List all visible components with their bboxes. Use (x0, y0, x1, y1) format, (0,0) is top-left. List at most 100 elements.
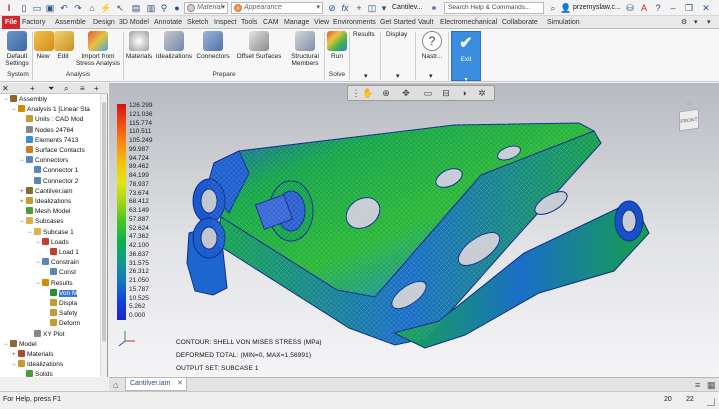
tab-inspect[interactable]: Inspect (211, 16, 240, 29)
run-button[interactable]: Run (326, 31, 348, 60)
chevron-down-icon[interactable]: ▾ (396, 72, 400, 80)
redo-icon[interactable]: ↷ (72, 2, 84, 14)
file-menu-icon[interactable]: ▤ (130, 2, 142, 14)
cart-icon[interactable]: ⛁ (624, 2, 636, 14)
search-input[interactable]: Search Help & Commands... (444, 2, 544, 14)
tree-item-const[interactable]: Const (44, 268, 76, 277)
browser-scrollbar[interactable] (100, 94, 107, 377)
new-analysis-button[interactable]: New (34, 31, 54, 60)
cantilever-model-render[interactable] (109, 83, 719, 377)
tree-item-idealizations[interactable]: + Idealizations (20, 197, 71, 207)
nav-options-icon[interactable]: ✲ (476, 88, 488, 99)
tab-sketch[interactable]: Sketch (184, 16, 211, 29)
tab-annotate[interactable]: Annotate (151, 16, 185, 29)
tree-item-displa[interactable]: Displa (44, 299, 77, 308)
scrollbar-thumb[interactable] (102, 102, 106, 342)
tree-item-nodes-24764[interactable]: Nodes 24764 (20, 125, 74, 135)
tree-item-load-1[interactable]: Load 1 (44, 248, 79, 257)
chevron-down-icon[interactable]: ▾ (429, 72, 433, 80)
tree-item-connector-2[interactable]: Connector 2 (28, 176, 78, 186)
navigation-bar[interactable]: ⋮ ✋ ⊕ ✥ ▭ ⊟ ◑ ✲ (347, 85, 495, 101)
material-dropdown[interactable]: Material ▾ (184, 2, 228, 14)
snapshot-icon[interactable]: ◫ (366, 2, 378, 14)
tree-item-materials[interactable]: + Materials (12, 350, 53, 360)
tab-factory[interactable]: Factory (19, 16, 48, 29)
fx-parameters-icon[interactable]: fx (339, 2, 351, 14)
pan-icon[interactable]: ✋ (362, 88, 374, 99)
tree-item-deform[interactable]: Deform (44, 319, 80, 328)
tree-item-connectors[interactable]: − Connectors (20, 156, 68, 166)
tree-item-subcase-1[interactable]: − Subcase 1 (28, 227, 74, 238)
restore-icon[interactable]: ❐ (683, 2, 695, 14)
app-logo-icon[interactable]: I (3, 2, 15, 14)
select-icon[interactable]: ↖ (114, 2, 126, 14)
tab-arrange-icon[interactable]: ▦ (707, 379, 716, 391)
view-face-icon[interactable]: ▭ (422, 88, 434, 99)
edit-analysis-button[interactable]: Edit (54, 31, 74, 60)
browser-search-icon[interactable]: ⌕ (64, 83, 68, 94)
tree-item-units-cad-mod[interactable]: Units : CAD Mod (20, 115, 83, 124)
connectors-button[interactable]: Connectors (194, 31, 232, 60)
tree-item-subcases[interactable]: − Subcases (20, 217, 64, 227)
tab-environments[interactable]: Environments (330, 16, 379, 29)
default-settings-button[interactable]: Default Settings (2, 31, 32, 67)
tree-item-assembly[interactable]: − Assembly (4, 95, 47, 105)
browser-add-icon[interactable]: + (30, 83, 35, 94)
look-at-icon[interactable]: ⊟ (440, 88, 452, 99)
home-icon[interactable]: ⌂ (113, 379, 118, 391)
dropdown-icon[interactable]: ▾ (691, 16, 701, 29)
import-stress-analysis-button[interactable]: Import from Stress Analysis (74, 31, 122, 67)
tree-item-xy-plot[interactable]: XY Plot (28, 329, 65, 339)
nav-grip-icon[interactable]: ⋮ (350, 88, 362, 99)
tab-manage[interactable]: Manage (281, 16, 312, 29)
browser-add-tab-icon[interactable]: + (94, 83, 99, 94)
viewcube-home-icon[interactable]: ⌂ (687, 100, 691, 107)
tab-vault[interactable]: Vault (415, 16, 436, 29)
search-icon[interactable]: ⌕ (547, 2, 559, 14)
tree-item-mesh-model[interactable]: Mesh Model (20, 207, 70, 216)
browser-filter-icon[interactable]: ⏷ (48, 83, 54, 94)
tab-list-icon[interactable]: ≡ (695, 379, 700, 391)
tree-item-loads[interactable]: − Loads (36, 237, 69, 248)
chevron-down-icon[interactable]: ▾ (704, 16, 714, 29)
tree-item-safety[interactable]: Safety (44, 309, 77, 318)
tab-view[interactable]: View (311, 16, 332, 29)
zoom-icon[interactable]: ⊕ (380, 88, 392, 99)
measure-icon[interactable]: ⚲ (158, 2, 170, 14)
tree-item-results[interactable]: − Results (36, 278, 73, 289)
save-icon[interactable]: ▣ (44, 2, 56, 14)
undo-icon[interactable]: ↶ (58, 2, 70, 14)
tree-item-model[interactable]: − Model (4, 339, 37, 350)
offset-surfaces-button[interactable]: Offset Surfaces (234, 31, 284, 60)
tab-get-started[interactable]: Get Started (377, 16, 419, 29)
document-icon[interactable]: ▥ (145, 2, 157, 14)
tree-item-surface-contacts[interactable]: Surface Contacts (20, 146, 85, 155)
orbit-icon[interactable]: ✥ (400, 88, 412, 99)
graphics-viewport[interactable]: ⋮ ✋ ⊕ ✥ ▭ ⊟ ◑ ✲ 126.299 121.036 115.774 110… (109, 83, 719, 377)
tree-item-constrain[interactable]: − Constrain (36, 258, 79, 268)
tab-3d-model[interactable]: 3D Model (116, 16, 152, 29)
tab-electromechanical[interactable]: Electromechanical (437, 16, 500, 29)
nastran-button[interactable]: ? Nastr... (418, 31, 446, 60)
sphere-icon[interactable]: ● (171, 2, 183, 14)
close-tab-icon[interactable]: ✕ (177, 378, 183, 390)
user-name[interactable]: przemyslaw.c... (573, 3, 621, 13)
autodesk-a360-icon[interactable]: A (638, 2, 650, 14)
tree-item-connector-1[interactable]: Connector 1 (28, 166, 78, 175)
tab-file[interactable]: File (2, 16, 21, 29)
help-icon[interactable]: ? (652, 2, 664, 14)
add-icon[interactable]: + (353, 2, 365, 14)
pin-icon[interactable]: ▾ (378, 2, 390, 14)
tree-item-analysis-1-linear-sta[interactable]: − Analysis 1 [Linear Sta (12, 105, 90, 115)
tree-item-cantilver-iam[interactable]: + Cantilver.iam (20, 186, 73, 197)
visual-style-icon[interactable]: ◑ (458, 88, 470, 99)
document-tab-cantilever[interactable]: Cantilver.iam ✕ (125, 378, 187, 391)
tab-simulation[interactable]: Simulation (544, 16, 583, 29)
help-icon[interactable]: ⚙ (678, 16, 690, 29)
browser-close-icon[interactable]: ✕ (2, 83, 9, 94)
appearance-dropdown[interactable]: Appearance ▾ (231, 2, 323, 14)
tree-item-elements-7413[interactable]: Elements 7413 (20, 135, 78, 145)
structural-members-button[interactable]: Structural Members (286, 31, 324, 67)
browser-menu-icon[interactable]: ≡ (80, 83, 85, 94)
tab-cam[interactable]: CAM (260, 16, 282, 29)
